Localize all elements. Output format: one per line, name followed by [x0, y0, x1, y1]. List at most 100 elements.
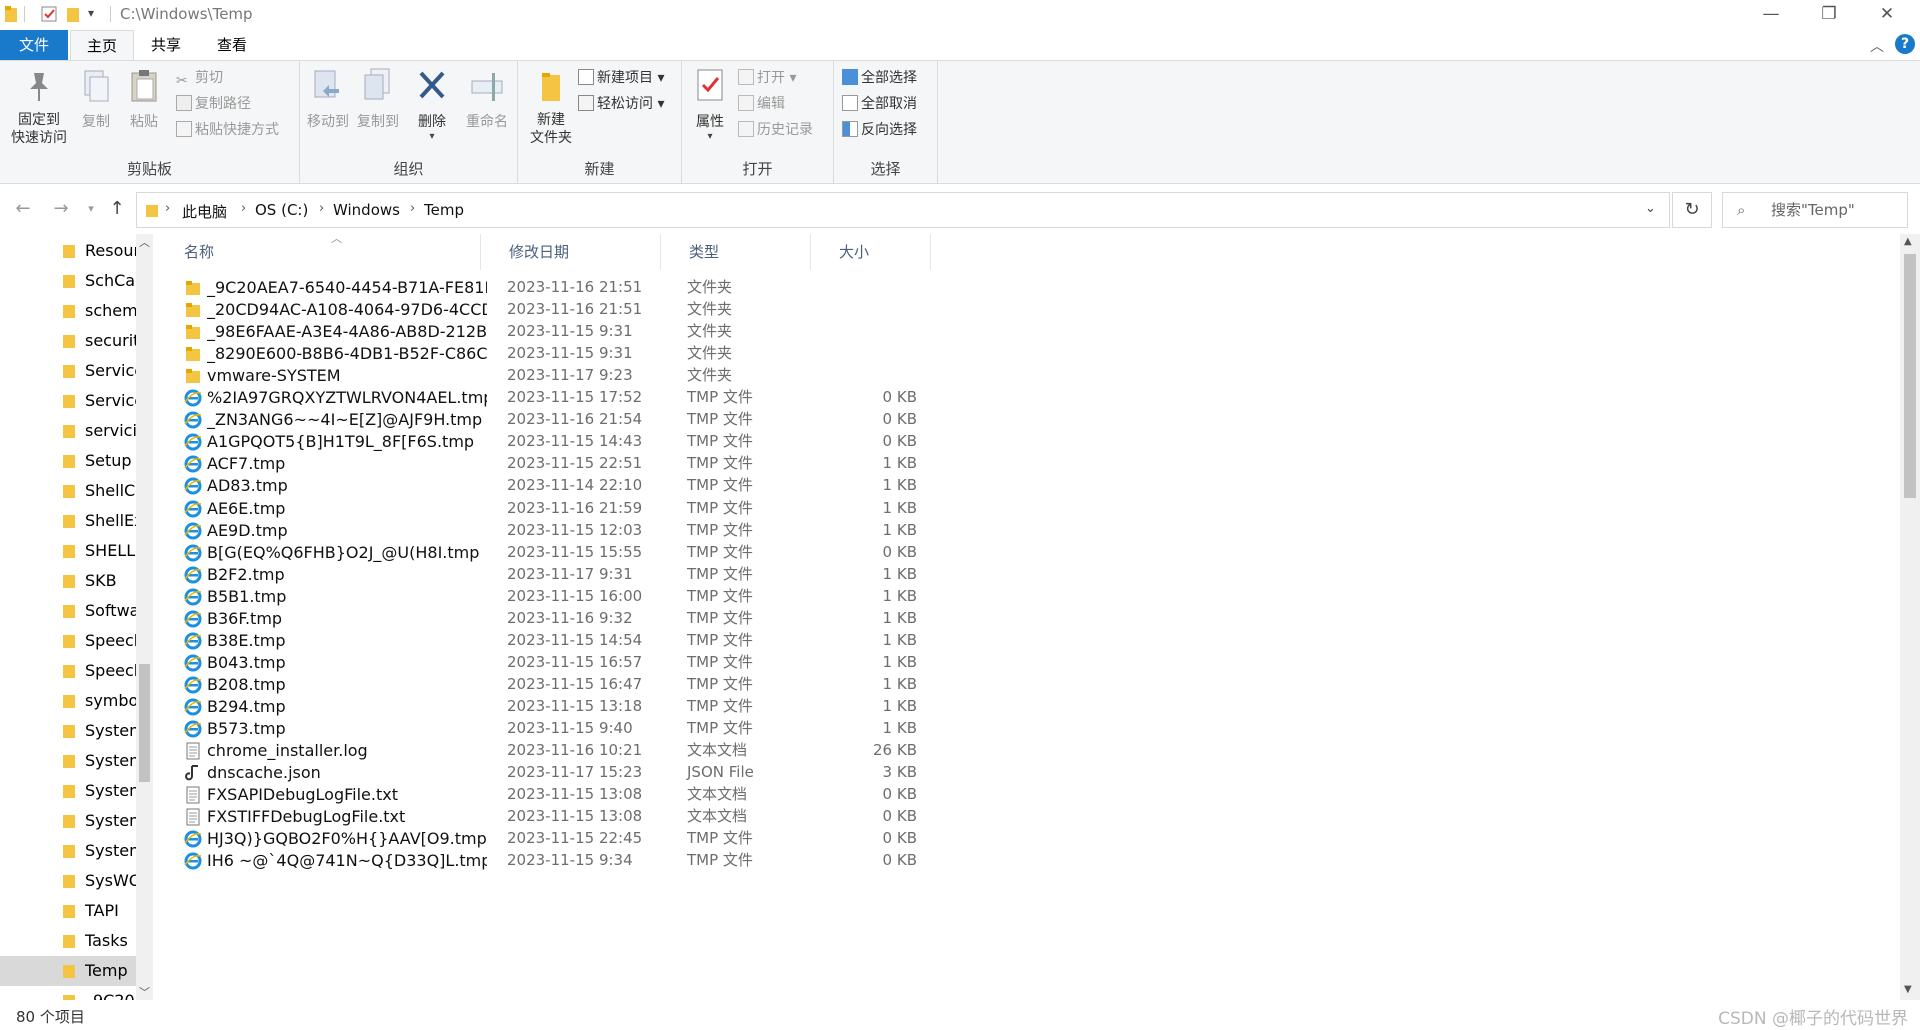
- paste-button[interactable]: 粘贴: [122, 67, 166, 131]
- chevron-right-icon[interactable]: ›: [410, 201, 415, 216]
- pin-quick-access-button[interactable]: 固定到 快速访问: [6, 67, 72, 147]
- nav-item[interactable]: symbo: [0, 686, 136, 716]
- back-icon[interactable]: ←: [10, 196, 36, 222]
- nav-item[interactable]: Resour: [0, 236, 136, 266]
- nav-item[interactable]: Temp: [0, 956, 136, 986]
- nav-item[interactable]: ShellCo: [0, 476, 136, 506]
- new-item-button[interactable]: 新建项目 ▾: [578, 67, 664, 89]
- maximize-button[interactable]: ❐: [1800, 0, 1858, 30]
- column-header-type[interactable]: 类型: [681, 234, 811, 270]
- tab-home[interactable]: 主页: [70, 30, 134, 61]
- recent-locations-icon[interactable]: ▾: [78, 196, 104, 222]
- minimize-button[interactable]: —: [1742, 0, 1800, 30]
- nav-item[interactable]: Speech: [0, 656, 136, 686]
- address-bar[interactable]: › 此电脑 › OS (C:) › Windows › Temp ⌄: [136, 192, 1670, 228]
- copy-path-button[interactable]: 复制路径: [176, 93, 251, 115]
- scroll-down-icon[interactable]: ▼: [1904, 984, 1912, 995]
- nav-item[interactable]: Speech: [0, 626, 136, 656]
- new-group-label: 新建: [584, 160, 615, 178]
- nav-item[interactable]: SysWO: [0, 866, 136, 896]
- file-row[interactable]: IH6 ~@`4Q@741N~Q{D33Q]L.tmp 2023-11-15 9:…: [176, 847, 1086, 874]
- file-list-scroll-thumb[interactable]: [1904, 254, 1916, 498]
- nav-item[interactable]: schem: [0, 296, 136, 326]
- nav-item[interactable]: System: [0, 776, 136, 806]
- up-icon[interactable]: ↑: [104, 196, 130, 222]
- breadcrumb-windows[interactable]: Windows: [333, 201, 400, 219]
- properties-dropdown-icon[interactable]: ▾: [686, 131, 734, 142]
- close-button[interactable]: ✕: [1858, 0, 1916, 30]
- scroll-down-icon[interactable]: ﹀: [139, 984, 150, 1000]
- history-button[interactable]: 历史记录: [738, 119, 813, 141]
- nav-item[interactable]: System: [0, 806, 136, 836]
- column-header-size[interactable]: 大小: [831, 234, 931, 270]
- customize-quick-access-icon[interactable]: ▾: [88, 6, 94, 20]
- file-list-scrollbar[interactable]: ▲ ▼: [1900, 234, 1920, 1000]
- column-header-date[interactable]: 修改日期: [501, 234, 661, 270]
- nav-item[interactable]: ShellEx: [0, 506, 136, 536]
- tab-share[interactable]: 共享: [136, 30, 196, 60]
- nav-item[interactable]: Tasks: [0, 926, 136, 956]
- folder-icon: [63, 305, 75, 318]
- breadcrumb-temp[interactable]: Temp: [424, 201, 464, 219]
- breadcrumb-os-c[interactable]: OS (C:): [255, 201, 308, 219]
- paste-shortcut-button[interactable]: 粘贴快捷方式: [176, 119, 279, 141]
- new-folder-button[interactable]: 新建 文件夹: [522, 67, 580, 147]
- chevron-right-icon[interactable]: ›: [319, 201, 324, 216]
- folder-icon: [63, 845, 75, 858]
- chevron-right-icon[interactable]: ›: [241, 201, 246, 216]
- properties-button[interactable]: 属性 ▾: [686, 67, 734, 142]
- nav-item[interactable]: SchCac: [0, 266, 136, 296]
- nav-item[interactable]: servicin: [0, 416, 136, 446]
- clipboard-group: 固定到 快速访问 复制 粘贴 ✂ 剪切 复制路径 粘贴快捷方式 剪贴板: [0, 61, 300, 183]
- invert-selection-button[interactable]: 反向选择: [842, 119, 917, 141]
- chevron-right-icon[interactable]: ›: [165, 201, 170, 216]
- pin-label: 固定到 快速访问: [11, 112, 67, 146]
- scroll-up-icon[interactable]: ︿: [139, 234, 150, 250]
- nav-item[interactable]: TAPI: [0, 896, 136, 926]
- rename-button[interactable]: 重命名: [460, 67, 514, 131]
- nav-item[interactable]: Setup: [0, 446, 136, 476]
- copy-to-button[interactable]: 复制到: [354, 67, 402, 131]
- delete-dropdown-icon[interactable]: ▾: [410, 131, 454, 142]
- nav-scrollbar[interactable]: ︿ ﹀: [136, 234, 153, 1000]
- select-none-button[interactable]: 全部取消: [842, 93, 917, 115]
- tab-view[interactable]: 查看: [200, 30, 264, 60]
- column-header-name[interactable]: 名称: [176, 234, 481, 270]
- easy-access-button[interactable]: 轻松访问 ▾: [578, 93, 664, 115]
- forward-icon[interactable]: →: [48, 196, 74, 222]
- refresh-button[interactable]: ↻: [1672, 192, 1712, 228]
- breadcrumb-this-pc[interactable]: 此电脑: [182, 201, 227, 222]
- folder-icon: [63, 725, 75, 738]
- nav-item[interactable]: System: [0, 746, 136, 776]
- cut-button[interactable]: ✂ 剪切: [176, 67, 223, 89]
- nav-item[interactable]: System: [0, 836, 136, 866]
- help-icon[interactable]: ?: [1895, 34, 1915, 54]
- open-button[interactable]: 打开 ▾: [738, 67, 796, 89]
- copy-button[interactable]: 复制: [74, 67, 118, 131]
- properties-quick-icon[interactable]: [40, 4, 58, 24]
- tab-file[interactable]: 文件: [0, 30, 68, 60]
- nav-scroll-thumb[interactable]: [139, 664, 150, 782]
- collapse-ribbon-icon[interactable]: ︿: [1870, 36, 1884, 56]
- folder-icon: [63, 995, 75, 1000]
- nav-item-label: servicin: [85, 421, 136, 440]
- nav-item[interactable]: SKB: [0, 566, 136, 596]
- nav-item[interactable]: _9C20: [0, 986, 136, 1000]
- select-group: 全部选择 全部取消 反向选择 选择: [834, 61, 938, 183]
- search-input[interactable]: ⌕ 搜索"Temp": [1722, 192, 1908, 228]
- edit-button[interactable]: 编辑: [738, 93, 785, 115]
- address-history-dropdown-icon[interactable]: ⌄: [1645, 201, 1656, 216]
- select-all-button[interactable]: 全部选择: [842, 67, 917, 89]
- pin-icon: [30, 73, 48, 101]
- scroll-up-icon[interactable]: ▲: [1904, 236, 1912, 247]
- nav-item[interactable]: Softwa: [0, 596, 136, 626]
- move-to-button[interactable]: 移动到: [304, 67, 352, 131]
- folder-icon: [63, 395, 75, 408]
- nav-item[interactable]: System: [0, 716, 136, 746]
- nav-item[interactable]: securit: [0, 326, 136, 356]
- new-folder-quick-icon[interactable]: [66, 4, 80, 24]
- nav-item[interactable]: Service: [0, 356, 136, 386]
- delete-button[interactable]: 删除 ▾: [410, 67, 454, 142]
- nav-item[interactable]: SHELLN: [0, 536, 136, 566]
- nav-item[interactable]: Service: [0, 386, 136, 416]
